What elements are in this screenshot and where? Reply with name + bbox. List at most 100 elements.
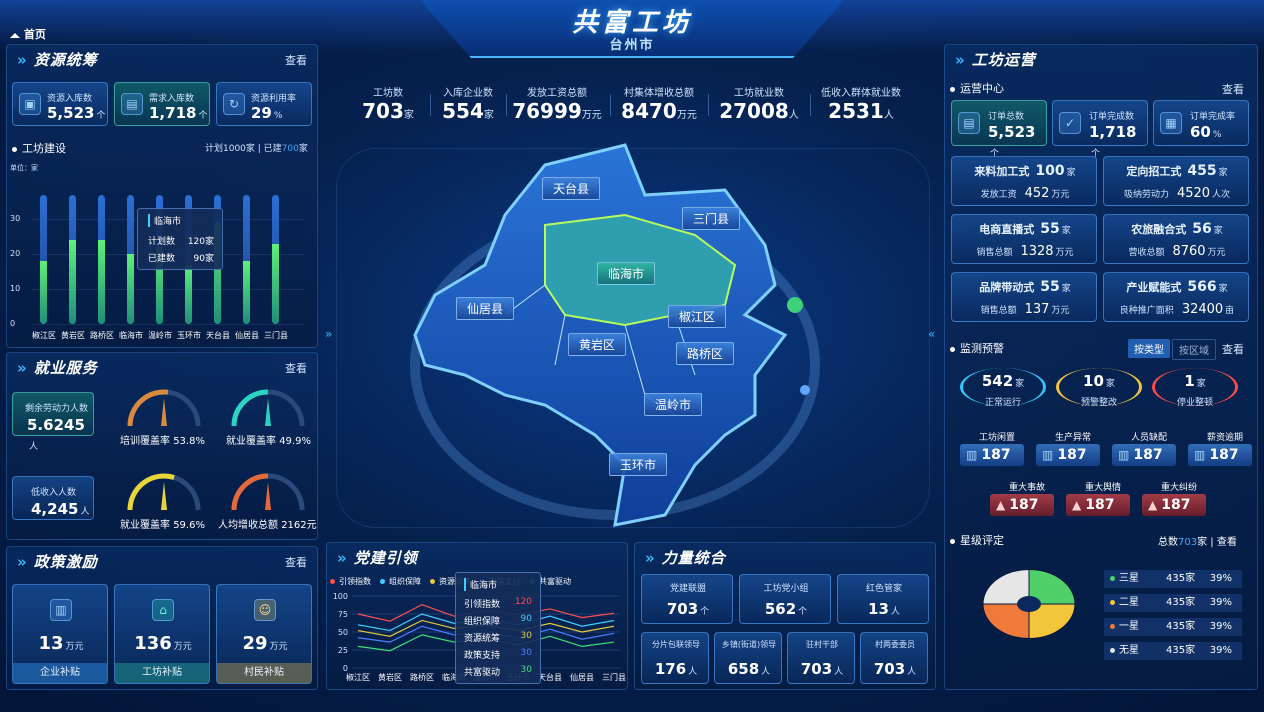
gauge-employment-2 (127, 473, 201, 511)
bar-built[interactable] (185, 264, 192, 324)
resource-more-link[interactable]: 查看 (285, 52, 307, 68)
star-row[interactable]: 三星 435家 39% (1104, 570, 1242, 588)
map-label-sanmen[interactable]: 三门县 (682, 207, 741, 230)
map-label-linhai[interactable]: 临海市 (597, 262, 656, 285)
mode-count: 566 (1187, 279, 1217, 295)
star-row[interactable]: 二星 435家 39% (1104, 594, 1242, 612)
bar-built[interactable] (98, 240, 105, 324)
employment-more-link[interactable]: 查看 (285, 360, 307, 376)
order-card[interactable]: ▦ 订单完成率 60% (1153, 100, 1249, 146)
map-label-wenling[interactable]: 温岭市 (644, 393, 703, 416)
stars-more-link[interactable]: 查看 (1217, 537, 1237, 548)
x-tick-label: 路桥区 (410, 672, 434, 682)
order-card[interactable]: ✓ 订单完成数 1,718个 (1052, 100, 1148, 159)
mode-card[interactable]: 来料加工式 100 家发放工资 452 万元 (951, 156, 1097, 206)
policy-more-link[interactable]: 查看 (285, 554, 307, 570)
mode-header: 电商直播式 55 家 (952, 221, 1098, 237)
card-label: 乡镇(街道)领导 (721, 640, 777, 649)
mode-sub-unit: 亩 (1225, 306, 1235, 316)
x-tick-label: 黄岩区 (61, 331, 85, 340)
map-label-tiantai[interactable]: 天台县 (542, 177, 601, 200)
mode-name: 农旅融合式 (1131, 223, 1187, 236)
map-right-arrow-icon[interactable]: « (928, 327, 935, 341)
force-card[interactable]: 分片包联领导 176 人 (641, 632, 709, 684)
resource-card-utilization[interactable]: ↻ 资源利用率 29% (216, 82, 312, 126)
force-card[interactable]: 红色管家 13 人 (837, 574, 929, 624)
policy-card-villager[interactable]: ☺ 29 万元 村民补贴 (216, 584, 312, 684)
gauge-label: 人均增收总额 2162元 (218, 520, 317, 531)
alert-item[interactable]: ▥ 187 (1036, 444, 1100, 466)
alert-item[interactable]: ▥ 187 (960, 444, 1024, 466)
map-label-jiaojiang[interactable]: 椒江区 (668, 305, 727, 328)
mode-count: 455 (1187, 163, 1217, 179)
bar-built[interactable] (40, 261, 47, 324)
low-income-card[interactable]: 低收入人数 4,245 人 (12, 476, 94, 520)
policy-card-workshop[interactable]: ⌂ 136 万元 工坊补贴 (114, 584, 210, 684)
tab-by-region[interactable]: 按区域 (1172, 339, 1216, 360)
mode-header: 品牌带动式 55 家 (952, 279, 1098, 295)
alert-item[interactable]: ▥ 187 (1112, 444, 1176, 466)
home-link[interactable]: 首页 (10, 26, 46, 42)
kpi-unit: 家 (483, 110, 494, 121)
bar-plan[interactable] (98, 194, 105, 324)
star-row[interactable]: 无星 435家 39% (1104, 642, 1242, 660)
map-label-yuhuan[interactable]: 玉环市 (609, 453, 668, 476)
status-value: 1 (1184, 372, 1195, 390)
monitor-more-link[interactable]: 查看 (1222, 341, 1244, 357)
ops-center-more-link[interactable]: 查看 (1222, 81, 1244, 97)
star-name: 二星 (1119, 597, 1139, 608)
gauge-income (231, 473, 305, 511)
alert-item[interactable]: ▲ 187 (1142, 494, 1206, 516)
mode-card[interactable]: 电商直播式 55 家销售总额 1328 万元 (951, 214, 1097, 264)
mode-sub: 销售总额 137 万元 (952, 302, 1098, 317)
status-value-wrap: 1家 (1152, 371, 1238, 390)
map-left-arrow-icon[interactable]: » (325, 327, 332, 341)
alert-value: 187 (1133, 447, 1163, 463)
mode-card[interactable]: 定向招工式 455 家吸纳劳动力 4520 人次 (1103, 156, 1249, 206)
bar-plan[interactable] (69, 194, 76, 324)
surplus-labor-card[interactable]: 剩余劳动力人数 5.6245 人 (12, 392, 94, 452)
bar-built[interactable] (243, 261, 250, 324)
policy-card-enterprise[interactable]: ▥ 13 万元 企业补贴 (12, 584, 108, 684)
mode-card[interactable]: 产业赋能式 566 家良种推广面积 32400 亩 (1103, 272, 1249, 322)
bar-built[interactable] (127, 254, 134, 324)
bar-plan[interactable] (243, 194, 250, 324)
map-label-huangyan[interactable]: 黄岩区 (568, 333, 627, 356)
resource-card-demand[interactable]: ▤ 需求入库数 1,718 个 (114, 82, 210, 126)
x-tick-label: 三门县 (264, 331, 288, 340)
bar-built[interactable] (69, 240, 76, 324)
bar-plan[interactable] (40, 194, 47, 324)
kpi-label: 低收入群体就业数 (821, 88, 901, 99)
alert-label: 人员缺配 (1130, 433, 1167, 443)
alert-item[interactable]: ▥ 187 (1188, 444, 1252, 466)
resource-card-inventory[interactable]: ▣ 资源入库数 5,523 个 (12, 82, 108, 126)
alert-item[interactable]: ▲ 187 (990, 494, 1054, 516)
card-label: 驻村干部 (806, 640, 838, 649)
order-card[interactable]: ▤ 订单总数 5,523个 (951, 100, 1047, 159)
card-unit: 万元 (65, 642, 84, 652)
tooltip-title: 临海市 (148, 214, 181, 227)
mode-card[interactable]: 品牌带动式 55 家销售总额 137 万元 (951, 272, 1097, 322)
bar-plan[interactable] (272, 194, 279, 324)
mode-name: 定向招工式 (1126, 165, 1182, 178)
bar-built[interactable] (272, 243, 279, 324)
legend-label: 引领指数 (339, 577, 371, 586)
mode-count-unit: 家 (1061, 284, 1071, 294)
alert-label: 生产异常 (1054, 433, 1091, 443)
tab-by-type[interactable]: 按类型 (1128, 339, 1170, 358)
map-label-luqiao[interactable]: 路桥区 (676, 342, 735, 365)
mode-card[interactable]: 农旅融合式 56 家营收总额 8760 万元 (1103, 214, 1249, 264)
force-card[interactable]: 乡镇(街道)领导 658 人 (714, 632, 782, 684)
mode-header: 定向招工式 455 家 (1104, 163, 1250, 179)
force-card[interactable]: 党建联盟 703 个 (641, 574, 733, 624)
force-card[interactable]: 村两委委员 703 人 (860, 632, 928, 684)
alert-item[interactable]: ▲ 187 (1066, 494, 1130, 516)
force-card[interactable]: 驻村干部 703 人 (787, 632, 855, 684)
map-label-xianju[interactable]: 仙居县 (456, 297, 515, 320)
card-value: 703 (873, 660, 906, 678)
bar-plan[interactable] (127, 194, 134, 324)
card-unit: % (273, 111, 283, 121)
force-card[interactable]: 工坊党小组 562 个 (739, 574, 831, 624)
star-count: 435家 (1166, 621, 1196, 632)
star-row[interactable]: 一星 435家 39% (1104, 618, 1242, 636)
